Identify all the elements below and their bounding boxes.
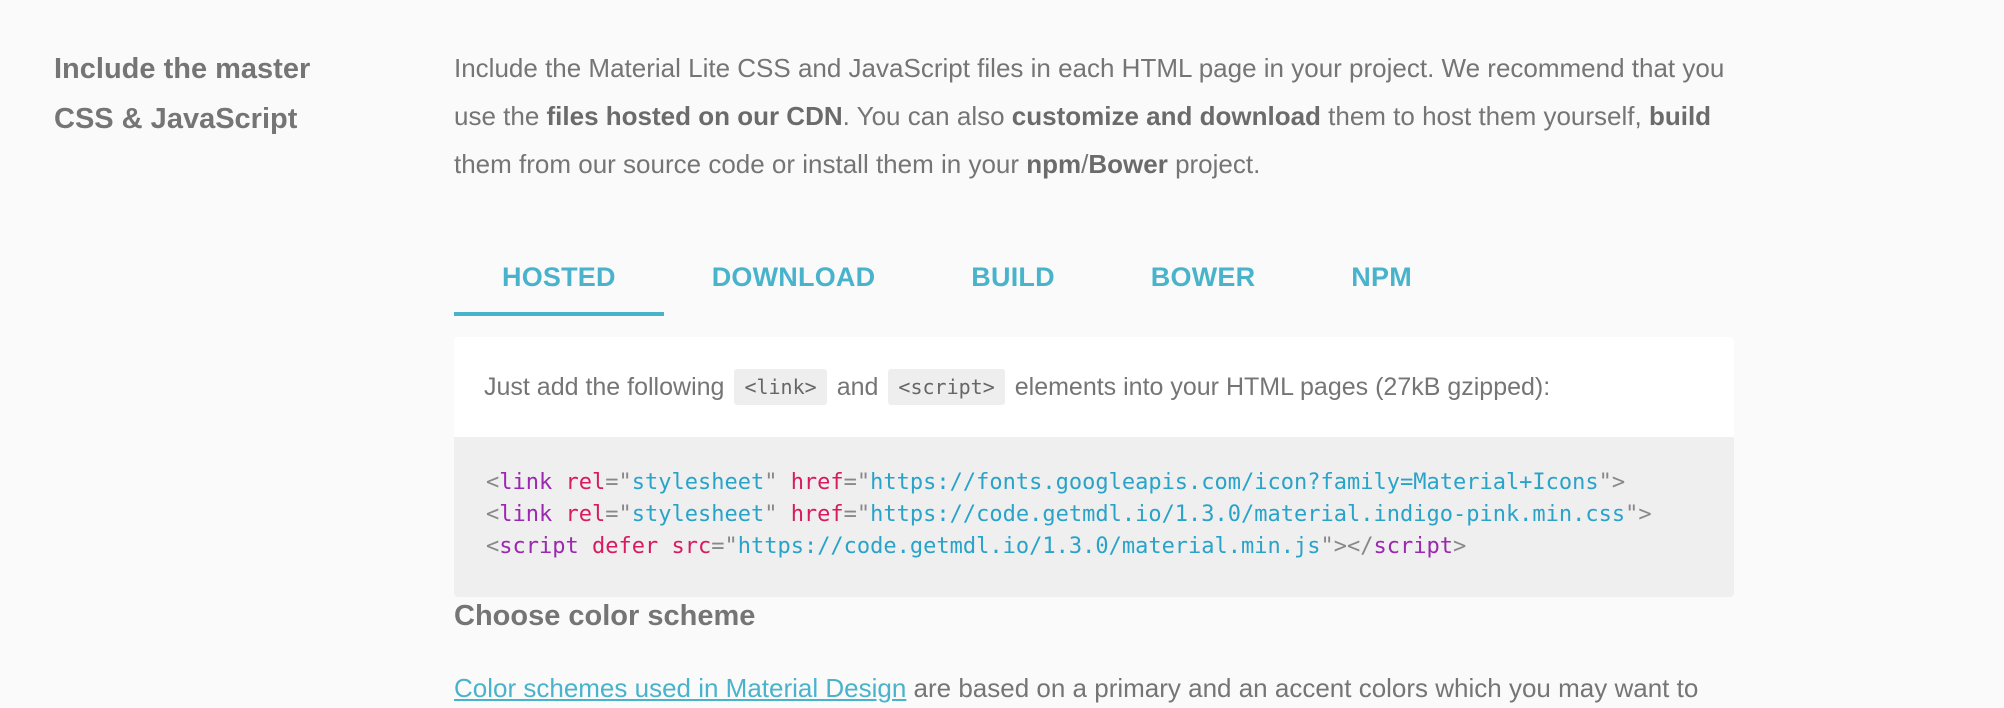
intro-bold-customize: customize and download bbox=[1011, 101, 1321, 131]
intro-paragraph: Include the Material Lite CSS and JavaSc… bbox=[454, 44, 1744, 188]
intro-bold-bower: Bower bbox=[1088, 149, 1168, 179]
intro-text: them from our source code or install the… bbox=[454, 149, 1027, 179]
code-attr: href bbox=[790, 502, 844, 527]
link-code-chip: <link> bbox=[734, 369, 827, 405]
intro-text: project. bbox=[1167, 149, 1261, 179]
code-value: stylesheet bbox=[631, 470, 765, 495]
color-scheme-text: are based on a primary and an accent col… bbox=[906, 673, 1699, 703]
tab-download[interactable]: DOWNLOAD bbox=[664, 238, 924, 316]
panel-text-before: Just add the following bbox=[484, 372, 725, 401]
panel-text-mid: and bbox=[836, 372, 879, 401]
intro-text: . You can also bbox=[842, 101, 1012, 131]
code-value: https://code.getmdl.io/1.3.0/material.mi… bbox=[737, 534, 1321, 559]
code-attr: href bbox=[790, 470, 844, 495]
section-title-line1: Include the master bbox=[54, 53, 311, 85]
color-scheme-heading: Choose color scheme bbox=[454, 600, 756, 632]
intro-bold-build: build bbox=[1648, 101, 1712, 131]
tab-build[interactable]: BUILD bbox=[923, 238, 1103, 316]
intro-bold-npm: npm bbox=[1026, 149, 1082, 179]
tab-bower[interactable]: BOWER bbox=[1103, 238, 1304, 316]
section-title: Include the master CSS & JavaScript bbox=[54, 44, 394, 144]
code-tag: link bbox=[499, 502, 553, 527]
panel-description: Just add the following <link> and <scrip… bbox=[454, 337, 1734, 437]
panel-text-after: elements into your HTML pages (27kB gzip… bbox=[1014, 372, 1551, 401]
script-code-chip: <script> bbox=[888, 369, 1005, 405]
tab-hosted[interactable]: HOSTED bbox=[454, 238, 664, 316]
hosted-panel: Just add the following <link> and <scrip… bbox=[454, 337, 1734, 597]
install-tabs: HOSTED DOWNLOAD BUILD BOWER NPM bbox=[454, 238, 1460, 316]
color-scheme-paragraph: Color schemes used in Material Design ar… bbox=[454, 668, 1744, 708]
code-line-3: <script defer src="https://code.getmdl.i… bbox=[486, 534, 1467, 559]
code-line-1: <link rel="stylesheet" href="https://fon… bbox=[486, 470, 1626, 495]
tab-npm[interactable]: NPM bbox=[1303, 238, 1460, 316]
color-schemes-link[interactable]: Color schemes used in Material Design bbox=[454, 673, 906, 703]
code-value: stylesheet bbox=[631, 502, 765, 527]
code-value: https://fonts.googleapis.com/icon?family… bbox=[870, 470, 1599, 495]
code-line-2: <link rel="stylesheet" href="https://cod… bbox=[486, 502, 1652, 527]
code-value: https://code.getmdl.io/1.3.0/material.in… bbox=[870, 502, 1626, 527]
section-title-line2: CSS & JavaScript bbox=[54, 103, 298, 135]
code-tag: link bbox=[499, 470, 553, 495]
intro-bold-cdn: files hosted on our CDN bbox=[546, 101, 843, 131]
code-tag: script bbox=[1373, 534, 1453, 559]
code-attr: src bbox=[671, 534, 712, 559]
code-attr: defer bbox=[591, 534, 659, 559]
intro-text: them to host them yourself, bbox=[1320, 101, 1649, 131]
code-attr: rel bbox=[565, 470, 606, 495]
code-tag: script bbox=[499, 534, 579, 559]
code-block[interactable]: <link rel="stylesheet" href="https://fon… bbox=[454, 437, 1734, 597]
code-attr: rel bbox=[565, 502, 606, 527]
